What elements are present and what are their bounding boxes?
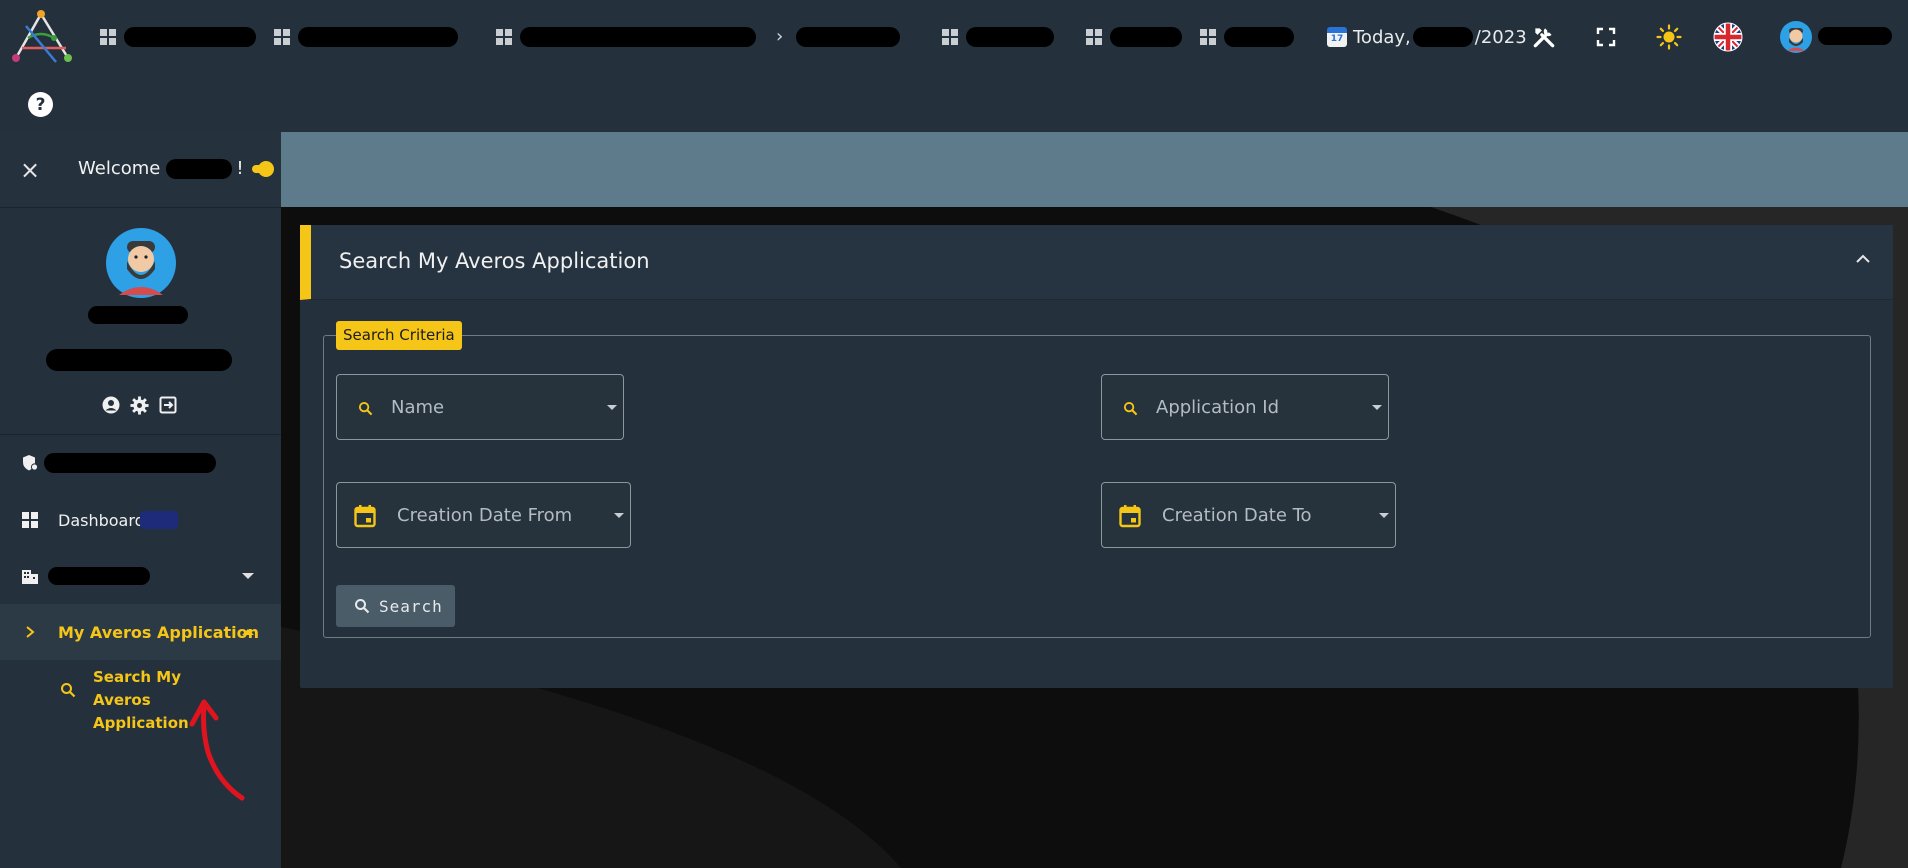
redacted-text — [140, 511, 178, 529]
calendar-icon — [1119, 504, 1141, 528]
logout-icon[interactable] — [159, 396, 177, 414]
welcome-bar: × Welcome ! — [0, 132, 281, 208]
name-field-label: Name — [391, 397, 445, 418]
breadcrumb-separator: › — [776, 26, 784, 47]
nav-tab-1[interactable] — [100, 22, 256, 52]
dashboard-icon — [100, 29, 116, 45]
welcome-prefix: Welcome — [78, 158, 161, 179]
calendar-icon: 17 — [1327, 27, 1347, 47]
dashboard-icon — [1200, 29, 1216, 45]
creation-date-from-label: Creation Date From — [397, 505, 573, 526]
dashboard-icon — [274, 29, 290, 45]
shield-icon — [20, 453, 40, 473]
nav-tab-2[interactable] — [274, 22, 458, 52]
search-icon — [1119, 396, 1141, 420]
dashboard-icon — [496, 29, 512, 45]
dashboard-icon — [20, 510, 40, 530]
theme-toggle-icon[interactable] — [252, 160, 274, 178]
redacted-text — [1110, 27, 1182, 47]
profile-avatar[interactable] — [105, 227, 177, 299]
welcome-message: Welcome ! — [78, 158, 244, 179]
page-header-band — [281, 132, 1908, 207]
today-date: 17 Today, /2023 — [1327, 22, 1527, 52]
chevron-right-icon — [20, 622, 40, 642]
tools-icon[interactable] — [1527, 20, 1561, 54]
today-year: /2023 — [1474, 26, 1527, 48]
sidebar-item-dashboard[interactable]: Dashboard — [0, 494, 281, 546]
top-bar: › 17 Today, /2023 ? — [0, 0, 1908, 132]
redacted-text — [124, 27, 256, 47]
search-icon — [355, 599, 370, 614]
sidebar-item-label: Dashboard — [58, 510, 145, 530]
sidebar-divider — [0, 434, 281, 435]
redacted-text — [166, 158, 233, 179]
creation-date-from-field[interactable]: Creation Date From — [336, 482, 631, 548]
welcome-suffix: ! — [236, 158, 244, 179]
redacted-text — [1224, 27, 1294, 47]
application-id-field[interactable]: Application Id — [1101, 374, 1389, 440]
redacted-text — [46, 349, 232, 371]
app-logo[interactable] — [8, 8, 74, 66]
nav-tab-6[interactable] — [1086, 22, 1182, 52]
dashboard-icon — [942, 29, 958, 45]
help-icon[interactable]: ? — [28, 92, 53, 117]
nav-tab-5[interactable] — [942, 22, 1054, 52]
redacted-text — [796, 27, 900, 47]
sidebar-item-security[interactable] — [0, 437, 281, 489]
close-icon[interactable]: × — [20, 158, 40, 182]
search-button-label: Search — [379, 596, 443, 616]
gear-icon[interactable] — [130, 395, 149, 415]
name-field[interactable]: Name — [336, 374, 624, 440]
search-card: Search My Averos Application Search Crit… — [300, 225, 1893, 688]
caret-down-icon — [1379, 513, 1389, 518]
redacted-text — [44, 453, 216, 473]
redacted-text — [1412, 27, 1473, 47]
caret-down-icon — [607, 405, 617, 410]
language-flag-icon[interactable] — [1711, 20, 1745, 54]
application-id-field-label: Application Id — [1156, 397, 1280, 418]
redacted-text — [48, 567, 150, 585]
card-header: Search My Averos Application — [300, 225, 1893, 300]
redacted-text — [298, 27, 458, 47]
sidebar-item-label: My Averos Application — [58, 622, 260, 642]
today-prefix: Today, — [1353, 26, 1411, 48]
profile-actions — [102, 394, 182, 416]
user-avatar[interactable] — [1779, 20, 1813, 54]
card-title: Search My Averos Application — [339, 249, 650, 273]
redacted-text — [88, 306, 188, 324]
nav-tab-3[interactable] — [496, 22, 756, 52]
calendar-icon — [354, 504, 376, 528]
search-button[interactable]: Search — [336, 585, 455, 627]
sidebar-item-my-averos-application[interactable]: My Averos Application — [0, 604, 281, 660]
caret-up-icon[interactable] — [242, 629, 254, 635]
today-date-text: Today, /2023 — [1353, 27, 1527, 48]
search-criteria-legend: Search Criteria — [336, 321, 462, 350]
caret-down-icon — [614, 513, 624, 518]
caret-down-icon — [1372, 405, 1382, 410]
creation-date-to-field[interactable]: Creation Date To — [1101, 482, 1396, 548]
building-icon — [20, 566, 40, 586]
sidebar-item-organization[interactable] — [0, 550, 281, 602]
nav-tab-4[interactable] — [796, 22, 900, 52]
dashboard-icon — [1086, 29, 1102, 45]
redacted-text — [1818, 27, 1892, 45]
nav-tab-7[interactable] — [1200, 22, 1294, 52]
search-icon — [354, 396, 376, 420]
search-icon — [61, 683, 76, 698]
sun-icon[interactable] — [1652, 20, 1686, 54]
redacted-text — [520, 27, 756, 47]
redacted-text — [966, 27, 1054, 47]
annotation-arrow — [189, 699, 245, 801]
fullscreen-icon[interactable] — [1589, 20, 1623, 54]
account-icon[interactable] — [102, 396, 120, 414]
creation-date-to-label: Creation Date To — [1162, 505, 1312, 526]
chevron-up-icon[interactable] — [1855, 253, 1871, 265]
caret-down-icon[interactable] — [242, 573, 254, 579]
